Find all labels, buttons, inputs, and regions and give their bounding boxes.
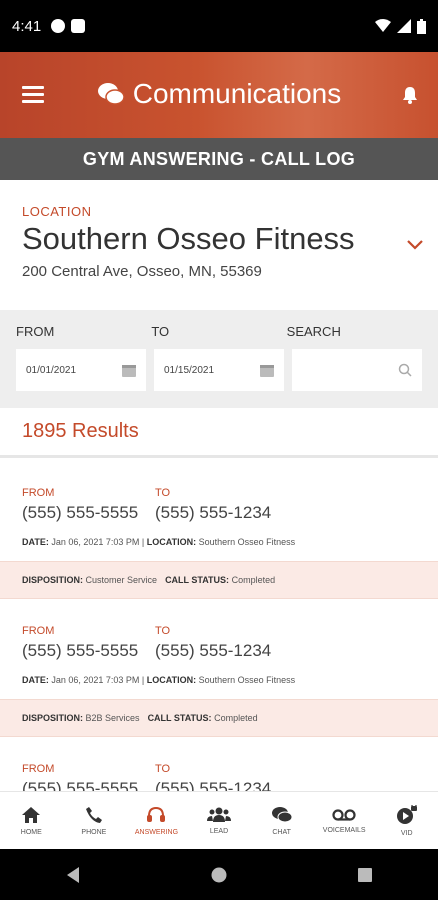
- call-meta: DATE: Jan 06, 2021 7:03 PM | LOCATION: S…: [22, 537, 296, 547]
- call-location: Southern Osseo Fitness: [198, 537, 296, 547]
- call-disposition: DISPOSITION: Customer Service CALL STATU…: [0, 561, 438, 599]
- date-label: DATE:: [22, 537, 49, 547]
- tab-label: LEAD: [209, 827, 229, 835]
- tab-label: PHONE: [81, 828, 107, 836]
- search-icon: [398, 363, 412, 377]
- tab-answering[interactable]: ANSWERING: [125, 792, 188, 849]
- to-label: TO: [155, 763, 171, 775]
- location-label: LOCATION:: [146, 675, 197, 685]
- call-date: Jan 06, 2021 7:03 PM: [51, 537, 140, 547]
- bell-icon[interactable]: [402, 86, 418, 109]
- location-label: LOCATION: [22, 204, 92, 219]
- call-location: Southern Osseo Fitness: [198, 675, 296, 685]
- results-bar: 1895 Results: [0, 408, 438, 458]
- app-header: Communications: [0, 52, 438, 138]
- location-label: LOCATION:: [146, 537, 197, 547]
- tab-voicemails[interactable]: VOICEMAILS: [313, 792, 376, 849]
- from-label: FROM: [22, 487, 55, 499]
- from-label: FROM: [22, 625, 55, 637]
- header-title: Communications: [0, 78, 438, 110]
- tab-label: CHAT: [272, 828, 291, 836]
- calendar-icon: [122, 365, 136, 377]
- to-number: (555) 555-1234: [155, 503, 272, 522]
- from-number: (555) 555-5555: [22, 779, 139, 791]
- to-date-field[interactable]: 01/15/2021: [154, 349, 284, 391]
- tab-label: ANSWERING: [134, 828, 179, 836]
- location-name: Southern Osseo Fitness: [22, 221, 355, 256]
- call-log-list[interactable]: FROM TO (555) 555-5555 (555) 555-1234 DA…: [0, 461, 438, 791]
- search-input[interactable]: [292, 349, 422, 391]
- signal-icon: [397, 19, 411, 33]
- to-label: TO: [155, 625, 171, 637]
- disposition-label: DISPOSITION:: [22, 575, 84, 585]
- to-label: TO: [155, 487, 171, 499]
- call-status-label: CALL STATUS:: [165, 575, 230, 585]
- to-number: (555) 555-1234: [155, 779, 272, 791]
- tab-phone[interactable]: PHONE: [63, 792, 126, 849]
- search-label: SEARCH: [286, 324, 341, 339]
- chevron-down-icon[interactable]: [406, 238, 424, 256]
- to-date-label: TO: [151, 324, 170, 339]
- page-subtitle: GYM ANSWERING - CALL LOG: [0, 138, 438, 180]
- call-status-value: Completed: [231, 575, 276, 585]
- status-time: 4:41: [12, 17, 42, 35]
- bottom-tab-bar: HOME PHONE ANSWERING LEAD CHAT VOICEMAIL…: [0, 791, 438, 849]
- recents-icon[interactable]: [357, 867, 373, 883]
- home-button-icon[interactable]: [211, 867, 227, 883]
- to-date-value: 01/15/2021: [164, 364, 215, 376]
- disposition-value: B2B Services: [85, 713, 140, 723]
- from-date-field[interactable]: 01/01/2021: [16, 349, 146, 391]
- voicemail-icon: [332, 808, 356, 821]
- from-label: FROM: [22, 763, 55, 775]
- location-selector[interactable]: LOCATION Southern Osseo Fitness 200 Cent…: [0, 180, 438, 310]
- call-item[interactable]: FROM TO (555) 555-5555 (555) 555-1234 DA…: [0, 599, 438, 737]
- chat-icon: [271, 806, 293, 822]
- tab-chat[interactable]: CHAT: [250, 792, 313, 849]
- calendar-icon: [260, 365, 274, 377]
- disposition-label: DISPOSITION:: [22, 713, 84, 723]
- status-bar: 4:41: [0, 0, 438, 52]
- to-number: (555) 555-1234: [155, 641, 272, 660]
- battery-icon: [417, 18, 426, 34]
- tab-label: VOICEMAILS: [322, 826, 366, 834]
- from-number: (555) 555-5555: [22, 641, 139, 660]
- call-disposition: DISPOSITION: B2B Services CALL STATUS: C…: [0, 699, 438, 737]
- call-item[interactable]: FROM TO (555) 555-5555 (555) 555-1234: [0, 737, 438, 791]
- disposition-value: Customer Service: [85, 575, 158, 585]
- sd-card-icon: [71, 19, 86, 33]
- headset-icon: [147, 806, 166, 822]
- video-icon: [396, 804, 417, 824]
- app-notification-icon: [51, 19, 66, 33]
- users-icon: [207, 807, 232, 822]
- wifi-icon: [375, 19, 391, 32]
- call-date: Jan 06, 2021 7:03 PM: [51, 675, 140, 685]
- call-status-value: Completed: [214, 713, 258, 723]
- chat-bubbles-icon: [97, 83, 125, 105]
- android-nav-bar: [0, 849, 438, 900]
- tab-label: HOME: [20, 828, 42, 836]
- phone-icon: [85, 806, 102, 823]
- call-item[interactable]: FROM TO (555) 555-5555 (555) 555-1234 DA…: [0, 461, 438, 599]
- from-date-value: 01/01/2021: [26, 364, 77, 376]
- home-icon: [22, 806, 41, 823]
- location-address: 200 Central Ave, Osseo, MN, 55369: [22, 263, 262, 280]
- tab-label: VID: [400, 829, 413, 837]
- from-date-label: FROM: [16, 324, 55, 339]
- from-number: (555) 555-5555: [22, 503, 139, 522]
- tab-lead[interactable]: LEAD: [188, 792, 251, 849]
- results-count: 1895 Results: [22, 420, 139, 442]
- filters-panel: FROM TO SEARCH 01/01/2021 01/15/2021: [0, 310, 438, 408]
- date-label: DATE:: [22, 675, 49, 685]
- tab-vid[interactable]: VID: [375, 792, 438, 849]
- back-icon[interactable]: [65, 866, 81, 884]
- call-status-label: CALL STATUS:: [147, 713, 212, 723]
- header-title-text: Communications: [132, 78, 342, 109]
- tab-home[interactable]: HOME: [0, 792, 63, 849]
- call-meta: DATE: Jan 06, 2021 7:03 PM | LOCATION: S…: [22, 675, 296, 685]
